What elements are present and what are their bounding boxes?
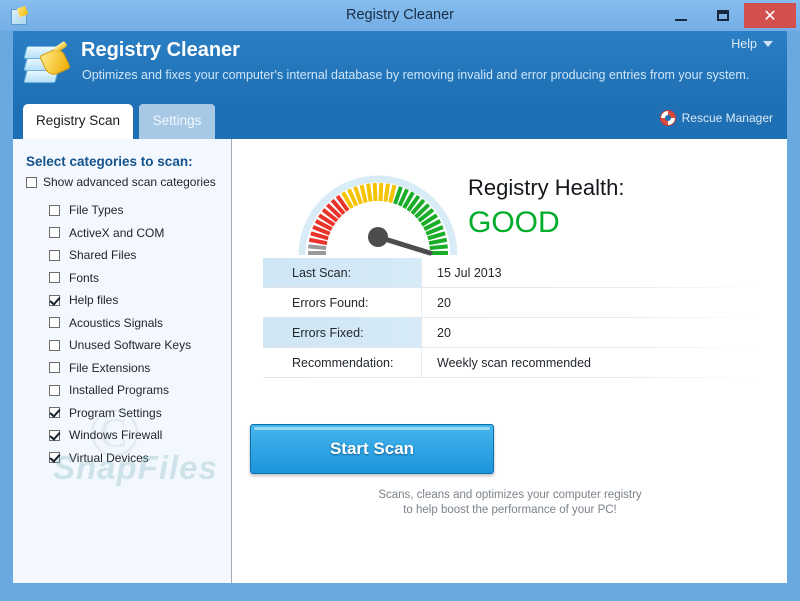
scan-content: Registry Health: GOOD Last Scan: 15 Jul 2… [233,139,787,583]
checkbox-box [49,384,60,396]
show-advanced-checkbox[interactable]: Show advanced scan categories [26,175,216,189]
registry-brush-logo-icon [23,40,71,90]
table-row: Errors Found: 20 [263,288,763,317]
checkbox-box [49,272,60,283]
checkbox-box [49,204,60,216]
checkbox-box [49,249,60,261]
checkbox-box [49,407,60,418]
maximize-button[interactable] [702,0,744,31]
table-row-value: 20 [421,288,763,317]
scan-hint-line2: to help boost the performance of your PC… [403,504,617,516]
category-sidebar: Select categories to scan: Show advanced… [13,139,232,583]
app-header: Registry Cleaner Optimizes and fixes you… [13,31,787,101]
category-label: Program Settings [69,405,162,420]
category-item[interactable]: Acoustics Signals [49,314,191,332]
checkbox-box [49,429,60,441]
table-divider [263,377,763,378]
category-item[interactable]: Windows Firewall [49,426,191,444]
app-window: Registry Cleaner ✕ Registry Cleaner Opti… [0,0,800,601]
category-label: Virtual Devices [69,450,149,465]
category-label: Acoustics Signals [69,315,164,330]
help-menu[interactable]: Help [731,37,773,51]
minimize-icon [675,18,687,21]
table-row-label: Last Scan: [263,258,421,287]
category-label: Windows Firewall [69,428,163,442]
close-button[interactable]: ✕ [744,3,796,28]
rescue-manager-link[interactable]: Rescue Manager [659,110,773,126]
category-item[interactable]: Virtual Devices [49,449,191,467]
category-item[interactable]: File Extensions [49,359,191,377]
category-item[interactable]: Fonts [49,269,191,287]
scan-hint-line1: Scans, cleans and optimizes your compute… [378,489,642,501]
tab-settings[interactable]: Settings [139,104,215,139]
tab-registry-scan[interactable]: Registry Scan [23,104,133,139]
table-row-label: Errors Fixed: [263,318,421,347]
table-row-value: Weekly scan recommended [421,348,763,377]
checkbox-box [26,176,37,188]
chevron-down-icon [763,41,773,47]
header-subtitle: Optimizes and fixes your computer's inte… [82,68,750,82]
sidebar-title: Select categories to scan: [26,154,193,169]
category-label: Installed Programs [69,383,170,397]
category-item[interactable]: Program Settings [49,404,191,422]
checkbox-box [49,294,60,306]
minimize-button[interactable] [660,0,702,31]
help-label: Help [731,37,757,51]
header-title: Registry Cleaner [81,39,240,61]
category-item[interactable]: Installed Programs [49,381,191,399]
category-label: ActiveX and COM [69,225,165,240]
tab-strip: Registry Scan Settings Rescue Manager [13,101,787,139]
category-label: File Types [69,203,124,217]
category-item[interactable]: ActiveX and COM [49,224,191,242]
checkbox-box [49,317,60,328]
category-label: Help files [69,293,119,307]
table-row-label: Recommendation: [292,355,394,370]
body-panel: Select categories to scan: Show advanced… [13,139,787,583]
show-advanced-label: Show advanced scan categories [43,175,216,189]
window-controls: ✕ [660,0,800,31]
start-scan-button[interactable]: Start Scan [250,424,494,474]
category-label: Fonts [69,270,100,285]
table-row-label: Errors Found: [292,295,369,310]
category-label: File Extensions [69,360,151,375]
table-row: Errors Fixed: 20 [263,318,763,347]
checkbox-box [49,452,60,463]
scan-hint: Scans, cleans and optimizes your compute… [233,488,787,518]
health-gauge-icon [298,165,458,257]
category-list: File Types ActiveX and COM Shared Files Fon… [49,201,191,471]
category-item[interactable]: Help files [49,291,191,309]
lifebuoy-icon [659,110,676,126]
category-item[interactable]: Unused Software Keys [49,336,191,354]
category-item[interactable]: File Types [49,201,191,219]
category-label: Unused Software Keys [69,338,192,352]
table-row: Recommendation: Weekly scan recommended [263,348,763,377]
checkbox-box [49,339,60,351]
category-label: Shared Files [69,248,137,262]
maximize-icon [717,10,729,21]
category-item[interactable]: Shared Files [49,246,191,264]
health-value: GOOD [468,206,560,239]
rescue-manager-label: Rescue Manager [681,111,773,125]
scan-info-table: Last Scan: 15 Jul 2013 Errors Found: 20 Erro… [263,258,763,378]
table-row-value: 15 Jul 2013 [421,258,763,287]
health-label: Registry Health: [468,175,625,200]
table-row: Last Scan: 15 Jul 2013 [263,258,763,287]
table-row-value: 20 [421,318,763,347]
title-bar: Registry Cleaner ✕ [0,0,800,31]
checkbox-box [49,362,60,373]
checkbox-box [49,227,60,238]
